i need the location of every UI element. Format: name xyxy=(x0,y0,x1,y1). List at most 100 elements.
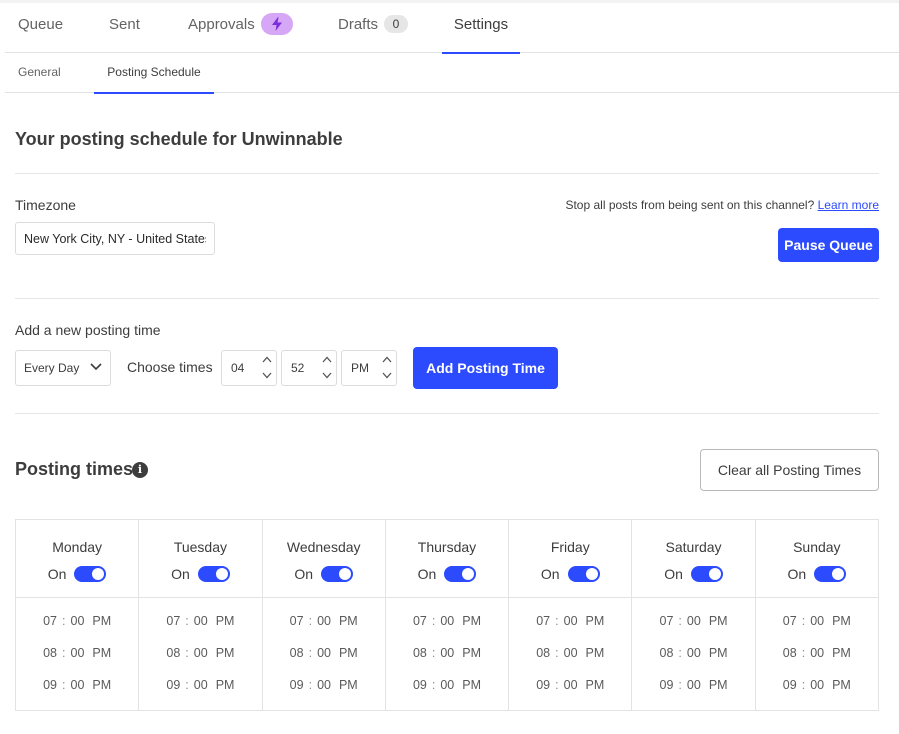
time-slot[interactable]: 07:00 PM xyxy=(756,614,878,646)
time-hour: 07 xyxy=(166,614,181,628)
chevron-down-icon[interactable] xyxy=(262,372,272,379)
frequency-select[interactable]: Every Day xyxy=(15,350,111,386)
time-slot[interactable]: 08:00 PM xyxy=(263,646,385,678)
time-slot[interactable]: 09:00 PM xyxy=(386,678,508,710)
minute-spinner[interactable] xyxy=(318,351,336,385)
hour-stepper[interactable]: 04 xyxy=(221,350,277,386)
tab-approvals[interactable]: Approvals xyxy=(188,3,293,53)
day-toggle-switch[interactable] xyxy=(321,566,354,583)
time-hour: 07 xyxy=(412,614,427,628)
tab-drafts[interactable]: Drafts 0 xyxy=(338,3,409,53)
time-separator: : xyxy=(62,614,66,628)
time-slot[interactable]: 07:00 PM xyxy=(139,614,261,646)
time-hour: 07 xyxy=(536,614,551,628)
time-separator: : xyxy=(308,646,313,660)
time-slot[interactable]: 07:00 PM xyxy=(263,614,385,646)
time-slot[interactable]: 07:00 PM xyxy=(632,614,754,646)
day-toggle-switch[interactable] xyxy=(814,566,847,583)
time-slot[interactable]: 09:00 PM xyxy=(756,678,878,710)
day-toggle-switch[interactable] xyxy=(197,566,230,583)
clear-all-posting-times-button[interactable]: Clear all Posting Times xyxy=(700,449,879,491)
time-slot[interactable]: 09:00 PM xyxy=(263,678,385,710)
on-label: On xyxy=(540,566,560,583)
time-slot[interactable]: 09:00 PM xyxy=(16,678,138,710)
tab-settings[interactable]: Settings xyxy=(442,3,520,54)
tab-queue[interactable]: Queue xyxy=(18,3,63,53)
time-hour: 08 xyxy=(289,646,304,660)
time-slot[interactable]: 09:00 PM xyxy=(509,678,631,710)
day-toggle-row: On xyxy=(263,565,385,583)
time-hour: 08 xyxy=(43,646,58,660)
time-minute: 00 xyxy=(440,646,455,660)
time-slot[interactable]: 07:00 PM xyxy=(509,614,631,646)
hour-spinner[interactable] xyxy=(258,351,276,385)
ampm-value: PM xyxy=(351,361,369,375)
chevron-up-icon[interactable] xyxy=(262,356,272,363)
day-name: Thursday xyxy=(417,539,477,555)
ampm-spinner[interactable] xyxy=(378,351,396,385)
chevron-up-icon[interactable] xyxy=(382,356,392,363)
time-separator: : xyxy=(185,646,189,660)
time-hour: 08 xyxy=(782,646,797,660)
time-slot[interactable]: 08:00 PM xyxy=(756,646,878,678)
time-minute: 00 xyxy=(810,646,825,660)
time-slot[interactable]: 08:00 PM xyxy=(386,646,508,678)
day-header: Tuesday On xyxy=(139,520,262,598)
learn-more-link[interactable]: Learn more xyxy=(818,198,879,212)
time-list: 07:00 PM 08:00 PM 09:00 PM xyxy=(263,598,385,710)
time-ampm: PM xyxy=(92,678,112,692)
time-separator: : xyxy=(555,614,559,628)
minute-stepper[interactable]: 52 xyxy=(281,350,337,386)
time-slot[interactable]: 08:00 PM xyxy=(509,646,631,678)
lightning-bolt-icon xyxy=(271,16,282,31)
add-posting-time-label: Add a new posting time xyxy=(15,322,161,338)
timezone-input[interactable] xyxy=(15,222,215,255)
on-label: On xyxy=(294,566,314,583)
time-slot[interactable]: 07:00 PM xyxy=(16,614,138,646)
time-slot[interactable]: 08:00 PM xyxy=(632,646,754,678)
time-slot[interactable]: 08:00 PM xyxy=(16,646,138,678)
time-minute: 00 xyxy=(440,614,455,628)
time-ampm: PM xyxy=(215,646,235,660)
subtab-posting-schedule[interactable]: Posting Schedule xyxy=(94,53,214,94)
time-slot[interactable]: 07:00 PM xyxy=(386,614,508,646)
time-ampm: PM xyxy=(338,646,358,660)
day-column: Friday On 07:00 PM 08:00 PM 09:00 PM xyxy=(509,520,633,710)
day-toggle-switch[interactable] xyxy=(444,566,477,583)
day-toggle-row: On xyxy=(386,565,508,583)
day-toggle-row: On xyxy=(756,565,878,583)
divider xyxy=(15,173,879,174)
time-slot[interactable]: 09:00 PM xyxy=(632,678,754,710)
chevron-down-icon[interactable] xyxy=(322,372,332,379)
on-label: On xyxy=(171,566,190,583)
time-slot[interactable]: 09:00 PM xyxy=(139,678,261,710)
time-hour: 07 xyxy=(782,614,797,628)
tab-settings-label: Settings xyxy=(453,16,509,33)
tab-approvals-label: Approvals xyxy=(188,16,255,33)
subtab-general-label: General xyxy=(18,65,61,79)
posting-times-grid: Monday On 07:00 PM 08:00 PM 09:00 PM Tuesday On 07… xyxy=(15,519,879,711)
main-tabs: Queue Sent Approvals Drafts 0 Settings xyxy=(5,3,899,54)
chevron-up-icon[interactable] xyxy=(322,356,332,363)
day-column: Sunday On 07:00 PM 08:00 PM 09:00 PM xyxy=(755,520,878,710)
day-toggle-switch[interactable] xyxy=(74,566,107,583)
day-toggle-switch[interactable] xyxy=(567,566,600,583)
tab-sent[interactable]: Sent xyxy=(109,3,140,53)
day-toggle-switch[interactable] xyxy=(690,566,723,583)
time-slot[interactable]: 08:00 PM xyxy=(139,646,261,678)
time-separator: : xyxy=(801,646,806,660)
chevron-down-icon[interactable] xyxy=(382,372,392,379)
add-posting-time-button[interactable]: Add Posting Time xyxy=(413,347,558,389)
time-ampm: PM xyxy=(92,614,112,628)
divider xyxy=(15,298,879,299)
day-header: Thursday On xyxy=(385,520,509,598)
active-subtab-underline xyxy=(94,92,214,94)
time-separator: : xyxy=(678,614,682,628)
time-minute: 00 xyxy=(563,646,578,660)
page-title: Your posting schedule for Unwinnable xyxy=(15,129,343,149)
subtab-general[interactable]: General xyxy=(18,53,61,93)
pause-queue-button[interactable]: Pause Queue xyxy=(778,228,879,262)
info-icon[interactable]: i xyxy=(132,462,148,478)
ampm-stepper[interactable]: PM xyxy=(341,350,397,386)
time-list: 07:00 PM 08:00 PM 09:00 PM xyxy=(632,598,754,710)
